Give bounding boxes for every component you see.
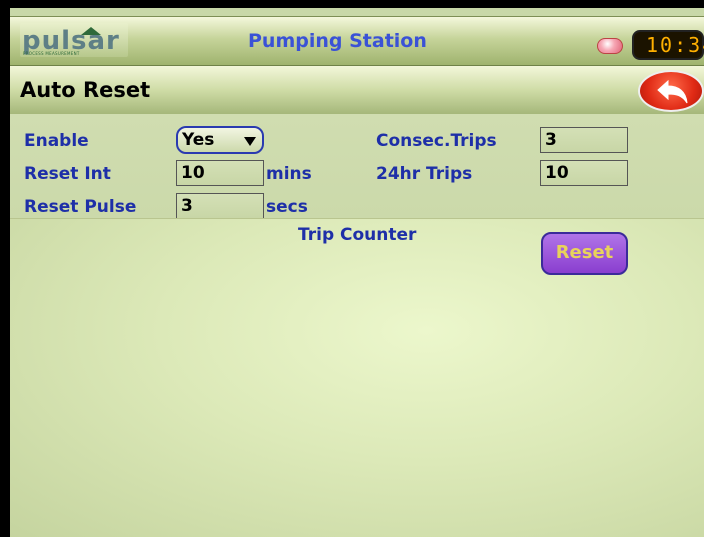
station-title: Pumping Station xyxy=(248,30,427,52)
enable-value: Yes xyxy=(182,130,215,150)
reset-button[interactable]: Reset xyxy=(541,232,628,275)
reset-int-unit: mins xyxy=(266,164,312,184)
page-title: Auto Reset xyxy=(20,78,151,102)
app-window: pulsar PROCESS MEASUREMENT Pumping Stati… xyxy=(10,8,704,537)
logo-roof-icon xyxy=(81,27,101,35)
title-bar: pulsar PROCESS MEASUREMENT Pumping Stati… xyxy=(10,16,704,67)
chevron-down-icon xyxy=(244,137,256,146)
consec-trips-label: Consec.Trips xyxy=(376,131,497,151)
reset-pulse-field[interactable]: 3 xyxy=(176,193,264,219)
pulsar-logo: pulsar PROCESS MEASUREMENT xyxy=(20,23,128,57)
reset-int-field[interactable]: 10 xyxy=(176,160,264,186)
back-button[interactable] xyxy=(638,70,704,112)
reset-int-label: Reset Int xyxy=(24,164,111,184)
trip-counter-title: Trip Counter xyxy=(298,225,417,245)
trips-24hr-label: 24hr Trips xyxy=(376,164,473,184)
reset-pulse-label: Reset Pulse xyxy=(24,197,137,217)
trip-counter-panel: Trip Counter Reset xyxy=(10,218,704,537)
trips-24hr-field[interactable]: 10 xyxy=(540,160,628,186)
section-header: Auto Reset xyxy=(10,65,704,116)
logo-tagline: PROCESS MEASUREMENT xyxy=(23,51,80,56)
clock-display: 10:34 xyxy=(632,30,704,60)
back-arrow-icon xyxy=(657,79,688,104)
alarm-led-icon[interactable] xyxy=(597,38,623,54)
consec-trips-field[interactable]: 3 xyxy=(540,127,628,153)
enable-label: Enable xyxy=(24,131,89,151)
auto-reset-settings: Enable Yes Reset Int 10 mins Reset Pulse… xyxy=(10,114,704,219)
enable-dropdown[interactable]: Yes xyxy=(176,126,264,154)
reset-pulse-unit: secs xyxy=(266,197,308,217)
